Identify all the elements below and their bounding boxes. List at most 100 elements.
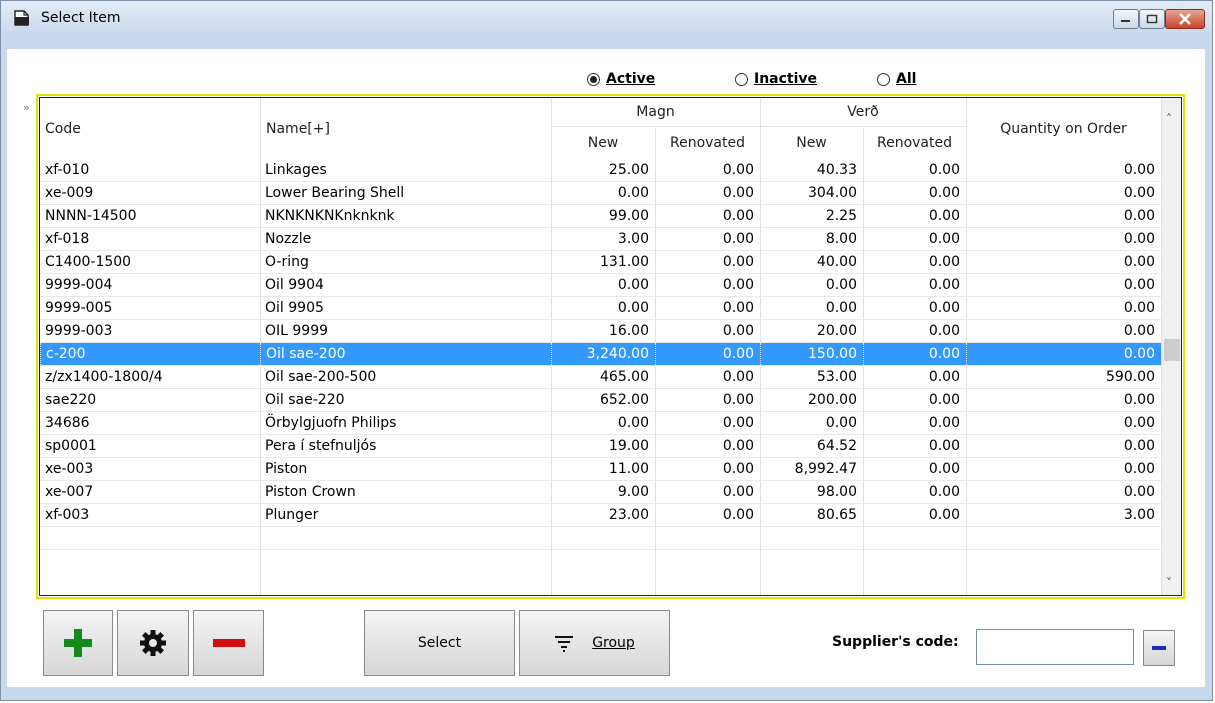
table-row[interactable]: xf-018 Nozzle 3.00 0.00 8.00 0.00 0.00	[40, 228, 1161, 251]
table-row[interactable]: 34686 Örbylgjuofn Philips 0.00 0.00 0.00 0.00…	[40, 412, 1161, 435]
cell-magn-new: 16.00	[608, 323, 649, 339]
cell-name: Lower Bearing Shell	[265, 185, 405, 201]
items-grid-inner: Code Name[+] Magn New Renovated Verð New…	[39, 97, 1182, 596]
table-row[interactable]: c-200 Oil sae-200 3,240.00 0.00 150.00 0.00 0.…	[40, 343, 1161, 366]
header-name[interactable]: Name[+]	[266, 98, 330, 159]
cell-verd-new: 40.00	[816, 254, 857, 270]
cell-verd-new: 2.25	[825, 208, 857, 224]
supplier-code-input[interactable]	[976, 629, 1134, 665]
cell-code: 9999-004	[45, 277, 113, 293]
table-row[interactable]: xe-007 Piston Crown 9.00 0.00 98.00 0.00 0.00	[40, 481, 1161, 504]
settings-button[interactable]	[117, 610, 189, 676]
cell-verd-new: 0.00	[825, 300, 857, 316]
table-row-empty	[40, 527, 1161, 550]
cell-magn-renovated: 0.00	[722, 507, 754, 523]
header-code[interactable]: Code	[45, 98, 81, 159]
table-row[interactable]: xe-009 Lower Bearing Shell 0.00 0.00 304.00 0…	[40, 182, 1161, 205]
radio-all-label: All	[896, 71, 917, 87]
cell-verd-renovated: 0.00	[928, 461, 960, 477]
close-icon	[1179, 13, 1191, 25]
radio-inactive[interactable]: Inactive	[735, 71, 817, 87]
select-button[interactable]: Select	[364, 610, 515, 676]
cell-code: xe-003	[45, 461, 94, 477]
scroll-up-icon[interactable]: ˄	[1166, 112, 1172, 126]
radio-circle	[735, 72, 748, 86]
minimize-button[interactable]	[1113, 9, 1139, 29]
items-grid[interactable]: Code Name[+] Magn New Renovated Verð New…	[36, 94, 1185, 599]
maximize-icon	[1146, 14, 1158, 24]
cell-magn-renovated: 0.00	[722, 231, 754, 247]
cell-verd-renovated: 0.00	[928, 254, 960, 270]
table-row[interactable]: 9999-005 Oil 9905 0.00 0.00 0.00 0.00 0.00	[40, 297, 1161, 320]
remove-item-button[interactable]	[193, 610, 264, 676]
header-verd-renovated[interactable]: Renovated	[863, 128, 966, 158]
table-row[interactable]: xe-003 Piston 11.00 0.00 8,992.47 0.00 0.00	[40, 458, 1161, 481]
cell-quantity-on-order: 0.00	[966, 343, 1161, 365]
cell-quantity-on-order: 0.00	[1123, 438, 1155, 454]
cell-magn-new: 11.00	[608, 461, 649, 477]
radio-dot	[590, 75, 597, 83]
radio-circle	[877, 72, 890, 86]
group-button[interactable]: Group	[519, 610, 670, 676]
table-row[interactable]: NNNN-14500 NKNKNKNKnknknk 99.00 0.00 2.25 0.0…	[40, 205, 1161, 228]
minus-icon	[212, 639, 245, 647]
cell-name: Oil 9904	[265, 277, 324, 293]
vertical-scrollbar[interactable]: ˄ ˅	[1161, 98, 1181, 595]
table-row[interactable]: z/zx1400-1800/4 Oil sae-200-500 465.00 0.00…	[40, 366, 1161, 389]
cell-code: sae220	[45, 392, 97, 408]
cell-name: Pera í stefnuljós	[265, 438, 377, 454]
radio-all[interactable]: All	[877, 71, 916, 87]
header-verd-new[interactable]: New	[760, 128, 863, 158]
header-quantity-on-order[interactable]: Quantity on Order	[966, 98, 1161, 159]
cell-name: NKNKNKNKnknknk	[265, 208, 395, 224]
cell-code: sp0001	[45, 438, 97, 454]
cell-magn-new: 3.00	[617, 231, 649, 247]
cell-magn-new: 25.00	[608, 162, 649, 178]
table-row[interactable]: C1400-1500 O-ring 131.00 0.00 40.00 0.00 0.00	[40, 251, 1161, 274]
table-row[interactable]: sp0001 Pera í stefnuljós 19.00 0.00 64.52 0.0…	[40, 435, 1161, 458]
expand-chevron-icon[interactable]: »	[23, 101, 30, 114]
cell-magn-renovated: 0.00	[655, 343, 760, 365]
radio-circle	[587, 72, 600, 86]
cell-magn-renovated: 0.00	[722, 300, 754, 316]
header-magn-new[interactable]: New	[551, 128, 655, 158]
add-item-button[interactable]	[43, 610, 113, 676]
cell-verd-new: 40.33	[816, 162, 857, 178]
group-button-label: Group	[592, 635, 635, 651]
cell-code: 9999-003	[45, 323, 113, 339]
cell-verd-renovated: 0.00	[928, 507, 960, 523]
cell-name: OIL 9999	[265, 323, 329, 339]
scrollbar-thumb[interactable]	[1164, 339, 1180, 361]
cell-verd-renovated: 0.00	[928, 162, 960, 178]
radio-active[interactable]: Active	[587, 71, 655, 87]
table-row[interactable]: 9999-004 Oil 9904 0.00 0.00 0.00 0.00 0.00	[40, 274, 1161, 297]
table-row[interactable]: 9999-003 OIL 9999 16.00 0.00 20.00 0.00 0.00	[40, 320, 1161, 343]
close-button[interactable]	[1165, 9, 1205, 29]
table-row[interactable]: xf-003 Plunger 23.00 0.00 80.65 0.00 3.00	[40, 504, 1161, 527]
maximize-button[interactable]	[1139, 9, 1165, 29]
cell-code: c-200	[40, 343, 260, 365]
document-icon	[14, 10, 29, 26]
cell-verd-new: 200.00	[808, 392, 857, 408]
cell-name: Nozzle	[265, 231, 312, 247]
table-row[interactable]: xf-010 Linkages 25.00 0.00 40.33 0.00 0.00	[40, 159, 1161, 182]
minus-icon	[1152, 646, 1166, 650]
header-magn-renovated[interactable]: Renovated	[655, 128, 760, 158]
cell-code: xf-010	[45, 162, 90, 178]
clear-supplier-button[interactable]	[1143, 630, 1175, 666]
cell-magn-renovated: 0.00	[722, 461, 754, 477]
cell-verd-new: 80.65	[816, 507, 857, 523]
cell-quantity-on-order: 0.00	[1123, 231, 1155, 247]
cell-quantity-on-order: 0.00	[1123, 300, 1155, 316]
table-row[interactable]: sae220 Oil sae-220 652.00 0.00 200.00 0.00 0.0…	[40, 389, 1161, 412]
cell-code: NNNN-14500	[45, 208, 137, 224]
title-bar[interactable]: Select Item	[1, 1, 1212, 37]
cell-verd-new: 150.00	[760, 343, 863, 365]
cell-magn-new: 0.00	[617, 300, 649, 316]
cell-magn-new: 99.00	[608, 208, 649, 224]
scroll-down-icon[interactable]: ˅	[1166, 576, 1172, 590]
cell-code: C1400-1500	[45, 254, 132, 270]
filter-icon	[555, 636, 574, 652]
cell-quantity-on-order: 0.00	[1123, 185, 1155, 201]
cell-quantity-on-order: 590.00	[1106, 369, 1155, 385]
